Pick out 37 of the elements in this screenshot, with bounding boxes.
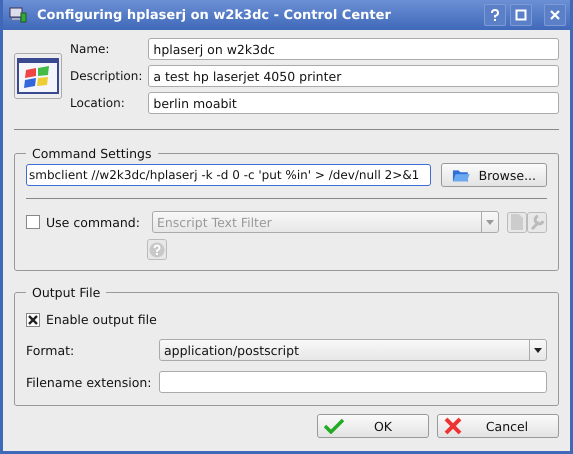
maximize-icon [515, 9, 527, 21]
maximize-button[interactable] [510, 4, 532, 26]
page-icon [511, 214, 523, 230]
wrench-icon [529, 214, 545, 230]
help-button[interactable] [484, 4, 506, 26]
computer-icon [9, 7, 27, 23]
text-field[interactable]: hplaserj on w2k3dc [148, 38, 559, 60]
close-icon [549, 9, 561, 21]
field-label: Location: [70, 96, 126, 110]
extension-field[interactable] [159, 371, 547, 393]
help-icon [490, 9, 500, 21]
group-title: Command Settings [31, 146, 152, 161]
use-command-checkbox[interactable]: Use command: [26, 214, 140, 230]
caret-icon [534, 348, 542, 352]
help-icon [149, 242, 165, 258]
window-title: Configuring hplaserj on w2k3dc - Control Center [37, 8, 392, 22]
cross-icon [444, 417, 462, 435]
group-title: Output File [31, 285, 102, 300]
field-label: Format: [26, 342, 76, 358]
browse-button[interactable]: Browse... [441, 163, 547, 187]
field-label: Filename extension: [26, 374, 152, 390]
enable-output-checkbox[interactable]: Enable output file [26, 312, 547, 327]
command-field[interactable]: smbclient //w2k3dc/hplaserj -k -d 0 -c 'put %in' > /dev/null 2>&1 [26, 164, 431, 186]
close-button[interactable] [544, 4, 566, 26]
caret-icon [486, 220, 494, 224]
filter-help-button[interactable] [147, 239, 167, 260]
checkmark-icon [324, 418, 344, 434]
text-field[interactable]: a test hp laserjet 4050 printer [148, 65, 559, 87]
format-dropdown[interactable]: application/postscript [159, 339, 547, 361]
field-label: Description: [70, 69, 142, 83]
field-label: Name: [70, 42, 110, 56]
ok-button[interactable]: OK [317, 414, 429, 438]
configure-filter-button[interactable] [527, 212, 547, 232]
cross-mark-icon [28, 314, 38, 324]
new-filter-button[interactable] [507, 212, 527, 232]
cancel-button[interactable]: Cancel [437, 414, 559, 438]
text-field[interactable]: berlin moabit [148, 92, 559, 114]
